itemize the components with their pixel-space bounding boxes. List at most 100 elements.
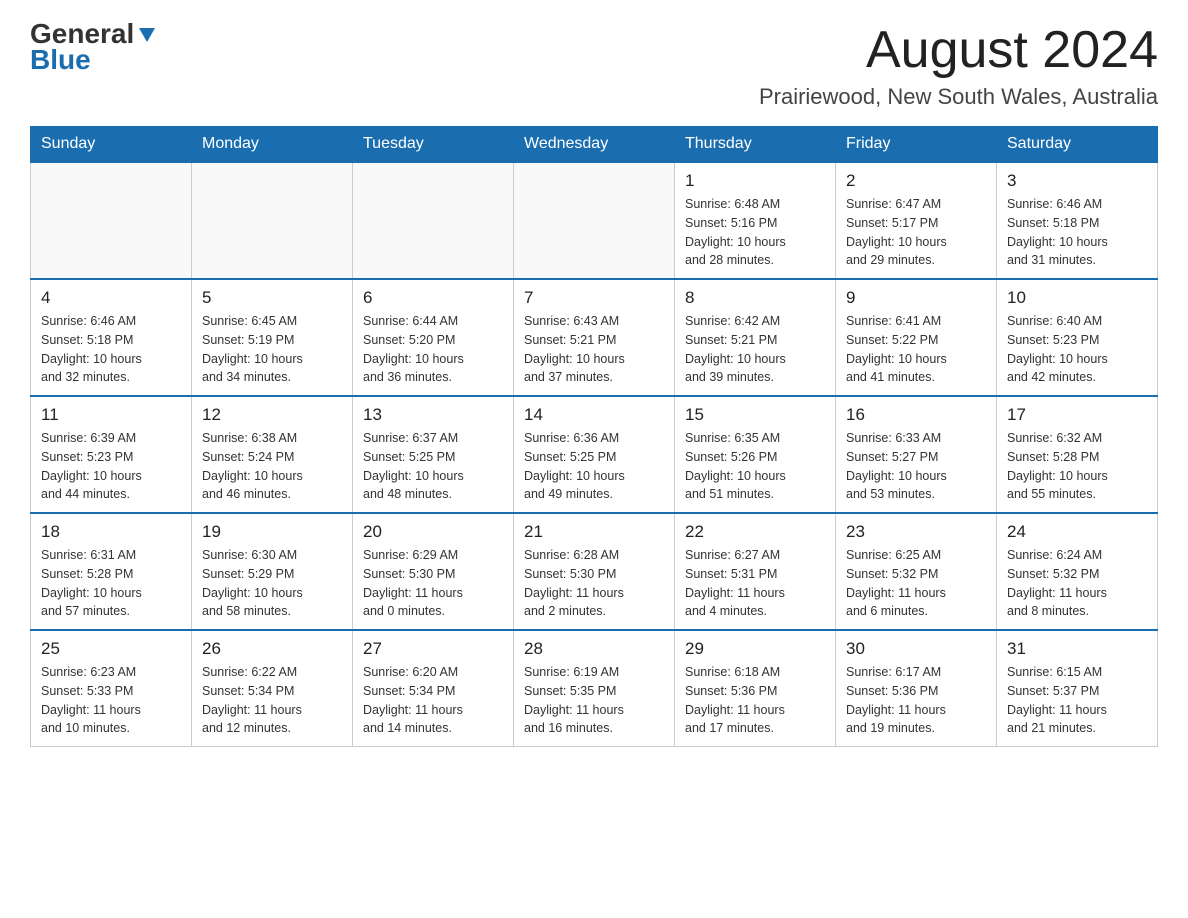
day-number: 13 [363, 405, 503, 425]
calendar-cell: 15 Sunrise: 6:35 AMSunset: 5:26 PMDayligh… [675, 396, 836, 513]
calendar-cell: 5Sunrise: 6:45 AMSunset: 5:19 PMDaylight… [192, 279, 353, 396]
day-info: Sunrise: 6:48 AMSunset: 5:16 PMDaylight:… [685, 195, 825, 270]
day-info: Sunrise: 6:22 AMSunset: 5:34 PMDaylight:… [202, 663, 342, 738]
week-row-3: 11 Sunrise: 6:39 AMSunset: 5:23 PMDayligh… [31, 396, 1158, 513]
day-info: Sunrise: 6:45 AMSunset: 5:19 PMDaylight:… [202, 312, 342, 387]
day-number: 15 [685, 405, 825, 425]
day-number: 30 [846, 639, 986, 659]
calendar-cell: 2 Sunrise: 6:47 AMSunset: 5:17 PMDaylight… [836, 162, 997, 279]
calendar-cell: 16Sunrise: 6:33 AMSunset: 5:27 PMDayligh… [836, 396, 997, 513]
day-number: 8 [685, 288, 825, 308]
calendar-cell: 12 Sunrise: 6:38 AMSunset: 5:24 PMDayligh… [192, 396, 353, 513]
day-info: Sunrise: 6:36 AMSunset: 5:25 PMDaylight:… [524, 429, 664, 504]
day-info: Sunrise: 6:38 AMSunset: 5:24 PMDaylight:… [202, 429, 342, 504]
day-info: Sunrise: 6:33 AMSunset: 5:27 PMDaylight:… [846, 429, 986, 504]
week-row-4: 18Sunrise: 6:31 AMSunset: 5:28 PMDayligh… [31, 513, 1158, 630]
day-info: Sunrise: 6:25 AMSunset: 5:32 PMDaylight:… [846, 546, 986, 621]
day-info: Sunrise: 6:47 AMSunset: 5:17 PMDaylight:… [846, 195, 986, 270]
calendar-cell: 28 Sunrise: 6:19 AMSunset: 5:35 PMDayligh… [514, 630, 675, 747]
col-friday: Friday [836, 127, 997, 163]
day-number: 29 [685, 639, 825, 659]
calendar-cell [192, 162, 353, 279]
day-info: Sunrise: 6:19 AMSunset: 5:35 PMDaylight:… [524, 663, 664, 738]
day-info: Sunrise: 6:42 AMSunset: 5:21 PMDaylight:… [685, 312, 825, 387]
day-number: 6 [363, 288, 503, 308]
day-info: Sunrise: 6:41 AMSunset: 5:22 PMDaylight:… [846, 312, 986, 387]
day-number: 14 [524, 405, 664, 425]
calendar-cell: 11 Sunrise: 6:39 AMSunset: 5:23 PMDayligh… [31, 396, 192, 513]
day-number: 21 [524, 522, 664, 542]
calendar-cell [31, 162, 192, 279]
day-number: 3 [1007, 171, 1147, 191]
calendar-cell: 7Sunrise: 6:43 AMSunset: 5:21 PMDaylight… [514, 279, 675, 396]
day-info: Sunrise: 6:20 AMSunset: 5:34 PMDaylight:… [363, 663, 503, 738]
day-info: Sunrise: 6:24 AMSunset: 5:32 PMDaylight:… [1007, 546, 1147, 621]
calendar-cell: 4 Sunrise: 6:46 AMSunset: 5:18 PMDaylight… [31, 279, 192, 396]
col-saturday: Saturday [997, 127, 1158, 163]
day-number: 2 [846, 171, 986, 191]
day-number: 12 [202, 405, 342, 425]
day-info: Sunrise: 6:37 AMSunset: 5:25 PMDaylight:… [363, 429, 503, 504]
calendar-cell: 21 Sunrise: 6:28 AMSunset: 5:30 PMDayligh… [514, 513, 675, 630]
calendar-cell: 27 Sunrise: 6:20 AMSunset: 5:34 PMDayligh… [353, 630, 514, 747]
day-info: Sunrise: 6:17 AMSunset: 5:36 PMDaylight:… [846, 663, 986, 738]
day-number: 20 [363, 522, 503, 542]
col-tuesday: Tuesday [353, 127, 514, 163]
calendar-header-row: Sunday Monday Tuesday Wednesday Thursday… [31, 127, 1158, 163]
day-number: 4 [41, 288, 181, 308]
day-number: 11 [41, 405, 181, 425]
calendar-cell: 13 Sunrise: 6:37 AMSunset: 5:25 PMDayligh… [353, 396, 514, 513]
day-number: 31 [1007, 639, 1147, 659]
calendar-cell: 20 Sunrise: 6:29 AMSunset: 5:30 PMDayligh… [353, 513, 514, 630]
col-wednesday: Wednesday [514, 127, 675, 163]
day-number: 28 [524, 639, 664, 659]
day-info: Sunrise: 6:35 AMSunset: 5:26 PMDaylight:… [685, 429, 825, 504]
day-info: Sunrise: 6:15 AMSunset: 5:37 PMDaylight:… [1007, 663, 1147, 738]
day-info: Sunrise: 6:23 AMSunset: 5:33 PMDaylight:… [41, 663, 181, 738]
day-info: Sunrise: 6:18 AMSunset: 5:36 PMDaylight:… [685, 663, 825, 738]
calendar-cell: 22Sunrise: 6:27 AMSunset: 5:31 PMDayligh… [675, 513, 836, 630]
logo-text-blue: Blue [30, 44, 91, 76]
calendar-cell: 3 Sunrise: 6:46 AMSunset: 5:18 PMDaylight… [997, 162, 1158, 279]
col-monday: Monday [192, 127, 353, 163]
calendar-cell [353, 162, 514, 279]
calendar-cell: 30 Sunrise: 6:17 AMSunset: 5:36 PMDayligh… [836, 630, 997, 747]
col-sunday: Sunday [31, 127, 192, 163]
day-info: Sunrise: 6:29 AMSunset: 5:30 PMDaylight:… [363, 546, 503, 621]
location-title: Prairiewood, New South Wales, Australia [759, 84, 1158, 110]
calendar-cell: 17 Sunrise: 6:32 AMSunset: 5:28 PMDayligh… [997, 396, 1158, 513]
day-number: 25 [41, 639, 181, 659]
day-number: 10 [1007, 288, 1147, 308]
day-info: Sunrise: 6:28 AMSunset: 5:30 PMDaylight:… [524, 546, 664, 621]
calendar-cell: 26Sunrise: 6:22 AMSunset: 5:34 PMDayligh… [192, 630, 353, 747]
day-info: Sunrise: 6:43 AMSunset: 5:21 PMDaylight:… [524, 312, 664, 387]
day-number: 17 [1007, 405, 1147, 425]
week-row-1: 1 Sunrise: 6:48 AMSunset: 5:16 PMDaylight… [31, 162, 1158, 279]
day-number: 23 [846, 522, 986, 542]
calendar-cell: 23 Sunrise: 6:25 AMSunset: 5:32 PMDayligh… [836, 513, 997, 630]
day-number: 18 [41, 522, 181, 542]
title-block: August 2024 Prairiewood, New South Wales… [759, 20, 1158, 110]
week-row-5: 25 Sunrise: 6:23 AMSunset: 5:33 PMDayligh… [31, 630, 1158, 747]
day-info: Sunrise: 6:30 AMSunset: 5:29 PMDaylight:… [202, 546, 342, 621]
day-number: 1 [685, 171, 825, 191]
logo-triangle-icon [136, 24, 158, 46]
day-number: 27 [363, 639, 503, 659]
calendar-cell: 24Sunrise: 6:24 AMSunset: 5:32 PMDayligh… [997, 513, 1158, 630]
month-title: August 2024 [759, 20, 1158, 80]
calendar-cell: 31 Sunrise: 6:15 AMSunset: 5:37 PMDayligh… [997, 630, 1158, 747]
calendar-cell: 9Sunrise: 6:41 AMSunset: 5:22 PMDaylight… [836, 279, 997, 396]
day-info: Sunrise: 6:46 AMSunset: 5:18 PMDaylight:… [1007, 195, 1147, 270]
calendar-table: Sunday Monday Tuesday Wednesday Thursday… [30, 126, 1158, 747]
day-number: 22 [685, 522, 825, 542]
calendar-cell: 8 Sunrise: 6:42 AMSunset: 5:21 PMDaylight… [675, 279, 836, 396]
calendar-cell: 18Sunrise: 6:31 AMSunset: 5:28 PMDayligh… [31, 513, 192, 630]
day-info: Sunrise: 6:39 AMSunset: 5:23 PMDaylight:… [41, 429, 181, 504]
page-header: General Blue August 2024 Prairiewood, Ne… [30, 20, 1158, 110]
day-info: Sunrise: 6:44 AMSunset: 5:20 PMDaylight:… [363, 312, 503, 387]
day-number: 19 [202, 522, 342, 542]
day-info: Sunrise: 6:32 AMSunset: 5:28 PMDaylight:… [1007, 429, 1147, 504]
col-thursday: Thursday [675, 127, 836, 163]
calendar-cell: 19 Sunrise: 6:30 AMSunset: 5:29 PMDayligh… [192, 513, 353, 630]
day-info: Sunrise: 6:46 AMSunset: 5:18 PMDaylight:… [41, 312, 181, 387]
